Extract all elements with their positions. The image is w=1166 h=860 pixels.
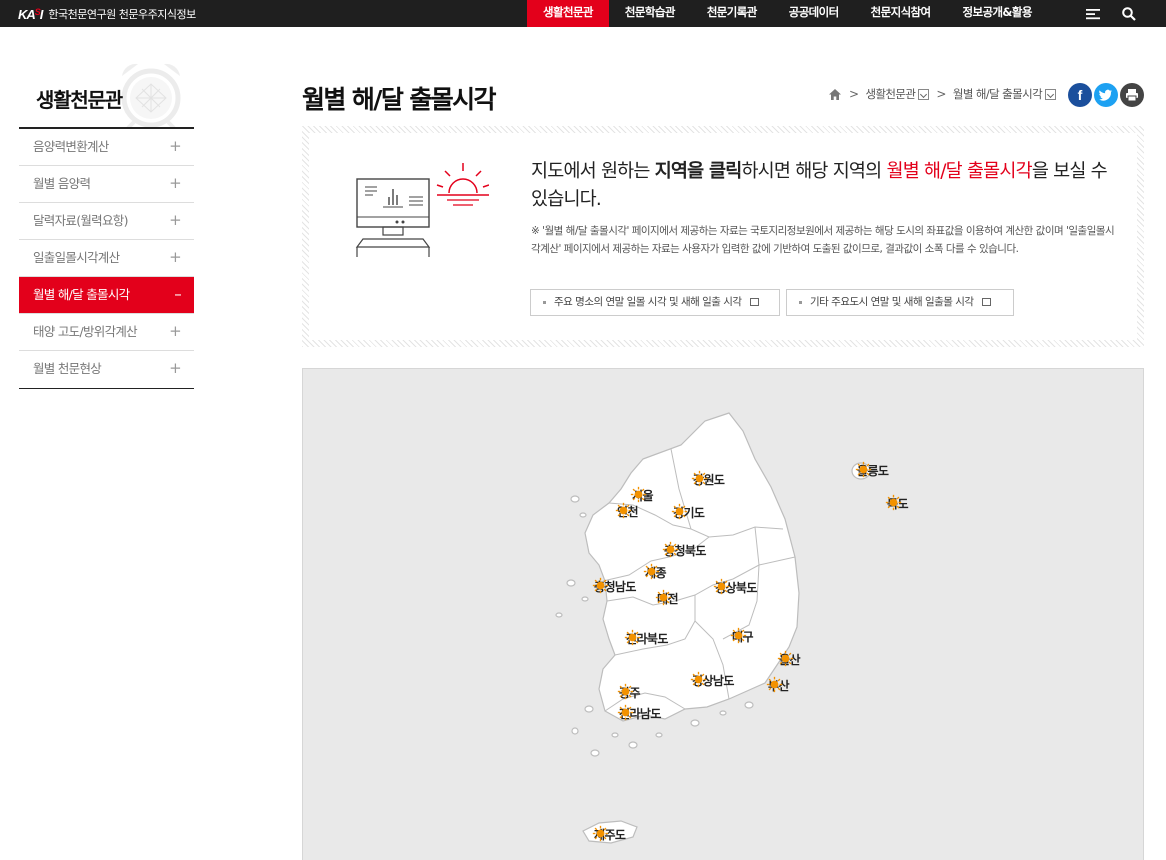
global-nav: 생활천문관 천문학습관 천문기록관 공공데이터 천문지식참여 정보공개&활용 — [527, 0, 1048, 27]
minus-icon: – — [174, 285, 181, 303]
sidebar-item-calendar-data[interactable]: 달력자료(월력요항) + — [19, 203, 194, 240]
sidebar-item-monthly-phenomena[interactable]: 월별 천문현상 + — [19, 351, 194, 388]
sun-icon — [615, 502, 632, 519]
breadcrumb-separator: > — [936, 87, 946, 101]
city-gangwon[interactable]: 강원도 — [691, 470, 725, 488]
facebook-share-icon[interactable]: f — [1068, 83, 1092, 107]
gnb-item-life-astronomy[interactable]: 생활천문관 — [527, 0, 609, 27]
info-heading: 지도에서 원하는 지역을 클릭하시면 해당 지역의 월별 해/달 출몰시각을 보… — [531, 161, 1108, 210]
gnb-item-open-info[interactable]: 정보공개&활용 — [947, 0, 1048, 27]
home-icon[interactable] — [828, 88, 842, 101]
sun-icon — [855, 461, 872, 478]
search-icon[interactable] — [1121, 6, 1137, 22]
sun-icon — [730, 627, 747, 644]
city-ulleungdo[interactable]: 울릉도 — [855, 461, 889, 479]
info-note: ※ '월별 해/달 출몰시각' 페이지에서 제공하는 자료는 국토지리정보원에서… — [531, 225, 1115, 255]
sun-icon — [592, 577, 609, 594]
city-jeju[interactable]: 제주도 — [592, 825, 626, 843]
sidebar-item-sunrise-calc[interactable]: 일출일몰시각계산 + — [19, 240, 194, 277]
monitor-sun-illustration — [355, 163, 489, 257]
sun-icon — [643, 563, 660, 580]
city-daegu[interactable]: 대구 — [730, 627, 753, 645]
sidebar-item-label: 달력자료(월력요항) — [33, 213, 128, 228]
twitter-share-icon[interactable] — [1094, 83, 1118, 107]
sun-icon — [690, 671, 707, 688]
plus-icon: + — [169, 359, 182, 377]
sidebar-item-label: 태양 고도/방위각계산 — [33, 324, 138, 339]
sidebar-item-monthly-sun-moon[interactable]: 월별 해/달 출몰시각 – — [19, 277, 194, 314]
sun-icon — [777, 650, 794, 667]
sun-icon — [592, 825, 609, 842]
city-gwangju[interactable]: 광주 — [617, 683, 640, 701]
sunset-sunrise-spots-button[interactable]: 주요 명소의 연말 일몰 시각 및 새해 일출 시각 — [530, 289, 780, 316]
city-gyeongnam[interactable]: 경상남도 — [690, 671, 734, 689]
sun-icon — [617, 683, 634, 700]
plus-icon: + — [169, 322, 182, 340]
sun-icon — [713, 578, 730, 595]
chevron-down-icon[interactable] — [1045, 88, 1057, 100]
city-daejeon[interactable]: 대전 — [655, 589, 678, 607]
gnb-item-participation[interactable]: 천문지식참여 — [855, 0, 947, 27]
new-window-icon — [749, 298, 759, 306]
info-box: 지도에서 원하는 지역을 클릭하시면 해당 지역의 월별 해/달 출몰시각을 보… — [302, 126, 1144, 347]
chevron-down-icon[interactable] — [918, 88, 930, 100]
city-jeonbuk[interactable]: 전라북도 — [624, 629, 668, 647]
print-icon[interactable] — [1120, 83, 1144, 107]
page-title: 월별 해/달 출몰시각 — [302, 85, 497, 114]
new-window-icon — [981, 298, 991, 306]
breadcrumb-item-section[interactable]: 생활천문관 — [865, 86, 916, 102]
sun-icon — [885, 494, 902, 511]
sidebar-item-solar-altitude[interactable]: 태양 고도/방위각계산 + — [19, 314, 194, 351]
breadcrumb: > 생활천문관 > 월별 해/달 출몰시각 — [828, 86, 1057, 102]
logo-mark: KASI — [18, 6, 43, 22]
city-sejong[interactable]: 세종 — [643, 563, 666, 581]
city-chungbuk[interactable]: 충청북도 — [662, 541, 706, 559]
breadcrumb-item-current[interactable]: 월별 해/달 출몰시각 — [953, 86, 1043, 102]
city-gyeonggi[interactable]: 경기도 — [671, 503, 705, 521]
sidebar-item-label: 월별 해/달 출몰시각 — [33, 287, 130, 302]
sidebar-menu: 음양력변환계산 + 월별 음양력 + 달력자료(월력요항) + 일출일몰시각계산 + 월… — [19, 127, 194, 389]
plus-icon: + — [169, 211, 182, 229]
plus-icon: + — [169, 174, 182, 192]
logo-text: 한국천문연구원 천문우주지식정보 — [48, 8, 196, 21]
plus-icon: + — [169, 137, 182, 155]
sidebar-title: 생활천문관 — [36, 88, 123, 112]
city-ulsan[interactable]: 울산 — [777, 650, 800, 668]
city-incheon[interactable]: 인천 — [615, 502, 638, 520]
kasi-logo[interactable]: KASI 한국천문연구원 천문우주지식정보 — [18, 5, 196, 23]
sidebar-item-label: 음양력변환계산 — [33, 139, 109, 154]
korea-map-shape — [555, 412, 898, 844]
city-dokdo[interactable]: 독도 — [885, 494, 908, 512]
sun-icon — [671, 503, 688, 520]
sun-icon — [655, 589, 672, 606]
city-busan[interactable]: 부산 — [766, 676, 789, 694]
city-chungnam[interactable]: 충청남도 — [592, 577, 636, 595]
alarm-clock-icon — [121, 63, 181, 128]
sun-icon — [662, 541, 679, 558]
sidebar-header: 생활천문관 — [19, 58, 194, 128]
other-cities-button[interactable]: 기타 주요도시 연말 및 새해 일출몰 시각 — [786, 289, 1014, 316]
sidebar-item-lunar-converter[interactable]: 음양력변환계산 + — [19, 129, 194, 166]
sun-icon — [630, 486, 647, 503]
korea-map: 강원도 서울 인천 경기도 충청북도 세종 충청남도 대전 경상북도 전라북도 … — [302, 368, 1144, 860]
gnb-item-public-data[interactable]: 공공데이터 — [773, 0, 855, 27]
breadcrumb-separator: > — [849, 87, 859, 101]
plus-icon: + — [169, 248, 182, 266]
sun-icon — [617, 704, 634, 721]
top-bar: KASI 한국천문연구원 천문우주지식정보 생활천문관 천문학습관 천문기록관 … — [0, 0, 1166, 27]
menu-icon[interactable] — [1085, 6, 1101, 22]
sidebar-item-label: 월별 천문현상 — [33, 361, 102, 376]
gnb-item-learning[interactable]: 천문학습관 — [609, 0, 691, 27]
sidebar-item-label: 일출일몰시각계산 — [33, 250, 120, 265]
sun-icon — [766, 676, 783, 693]
gnb-item-records[interactable]: 천문기록관 — [691, 0, 773, 27]
city-jeonnam[interactable]: 전라남도 — [617, 704, 661, 722]
sun-icon — [691, 470, 708, 487]
city-gyeongbuk[interactable]: 경상북도 — [713, 578, 757, 596]
sidebar-item-label: 월별 음양력 — [33, 176, 91, 191]
sidebar-item-monthly-lunar[interactable]: 월별 음양력 + — [19, 166, 194, 203]
sun-icon — [624, 629, 641, 646]
